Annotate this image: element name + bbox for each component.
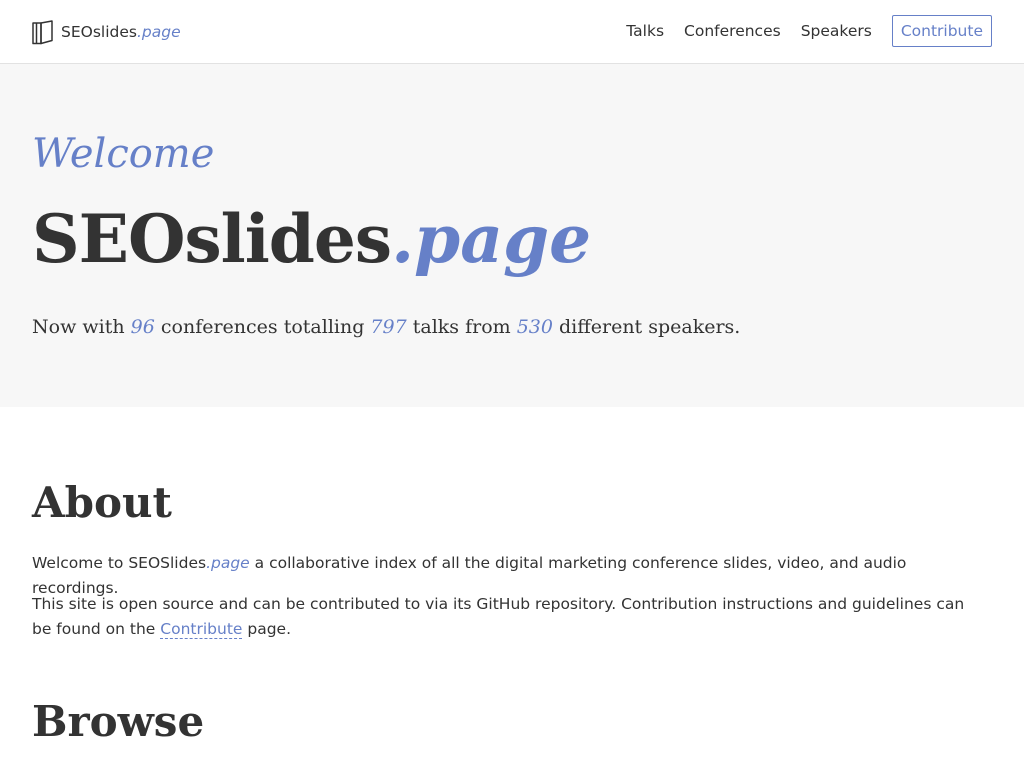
hero-title-main: SEOslides <box>32 200 392 278</box>
hero-stats: Now with 96 conferences totalling 797 ta… <box>32 316 740 338</box>
stats-mid2: talks from <box>412 316 511 338</box>
hero-welcome: Welcome <box>32 131 215 177</box>
nav-link-conferences[interactable]: Conferences <box>684 22 781 40</box>
brand-name-main: SEOslides <box>61 23 137 41</box>
brand-name: SEOslides.page <box>61 23 181 41</box>
brand-logo-link[interactable]: SEOslides.page <box>32 19 181 45</box>
nav-link-speakers[interactable]: Speakers <box>801 22 872 40</box>
nav-link-talks[interactable]: Talks <box>626 22 664 40</box>
hero-title: SEOslides.page <box>32 206 591 272</box>
talk-count: 797 <box>370 316 407 338</box>
speaker-count: 530 <box>516 316 553 338</box>
slides-book-icon <box>32 19 53 45</box>
about-p2-end: page. <box>247 620 292 638</box>
about-heading: About <box>32 478 172 527</box>
stats-prefix: Now with <box>32 316 125 338</box>
hero-section: Welcome SEOslides.page Now with 96 confe… <box>0 64 1024 407</box>
hero-title-tld: .page <box>391 200 592 278</box>
main-nav: Talks Conferences Speakers Contribute <box>626 15 992 47</box>
stats-suffix: different speakers. <box>559 316 741 338</box>
top-navbar: SEOslides.page Talks Conferences Speaker… <box>0 0 1024 64</box>
contribute-link[interactable]: Contribute <box>160 620 243 639</box>
about-p1-start: Welcome to SEOSlides <box>32 554 207 572</box>
browse-heading: Browse <box>32 697 205 746</box>
brand-name-tld: .page <box>136 23 181 41</box>
conference-count: 96 <box>130 316 155 338</box>
about-paragraph-2: This site is open source and can be cont… <box>32 592 982 642</box>
about-p1-tld: .page <box>206 554 250 572</box>
contribute-button[interactable]: Contribute <box>891 15 992 47</box>
stats-mid1: conferences totalling <box>160 316 365 338</box>
